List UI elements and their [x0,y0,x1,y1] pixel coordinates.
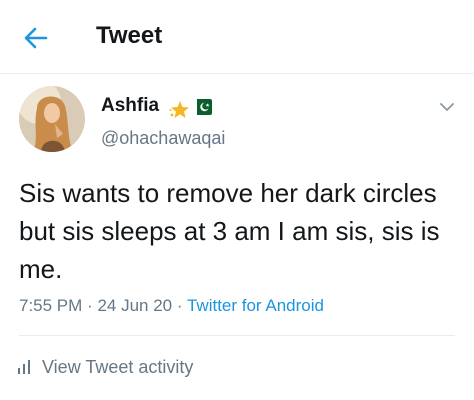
tweet-source-link[interactable]: Twitter for Android [187,296,324,315]
display-name[interactable]: Ashfia [101,95,159,117]
avatar[interactable] [19,86,85,152]
star-emoji-icon [169,101,189,118]
tweet-date[interactable]: 24 Jun 20 [97,296,172,315]
meta-separator: · [87,296,93,315]
view-tweet-activity-button[interactable]: View Tweet activity [16,355,193,379]
activity-label: View Tweet activity [42,356,194,377]
bar-chart-icon [18,360,30,374]
page-title: Tweet [96,22,163,49]
top-bar: Tweet [0,0,474,74]
meta-separator: · [176,296,183,315]
tweet-text: Sis wants to remove her dark circles but… [19,178,440,284]
chevron-down-icon[interactable] [437,100,457,114]
divider [19,335,455,336]
pakistan-flag-icon [192,99,212,115]
tweet-time[interactable]: 7:55 PM [19,296,82,315]
avatar-photo [19,86,85,152]
arrow-left-icon[interactable] [22,24,50,52]
tweet-meta: 7:55 PM · 24 Jun 20 · Twitter for Androi… [19,296,324,316]
user-handle[interactable]: @ohachawaqai [101,128,225,149]
